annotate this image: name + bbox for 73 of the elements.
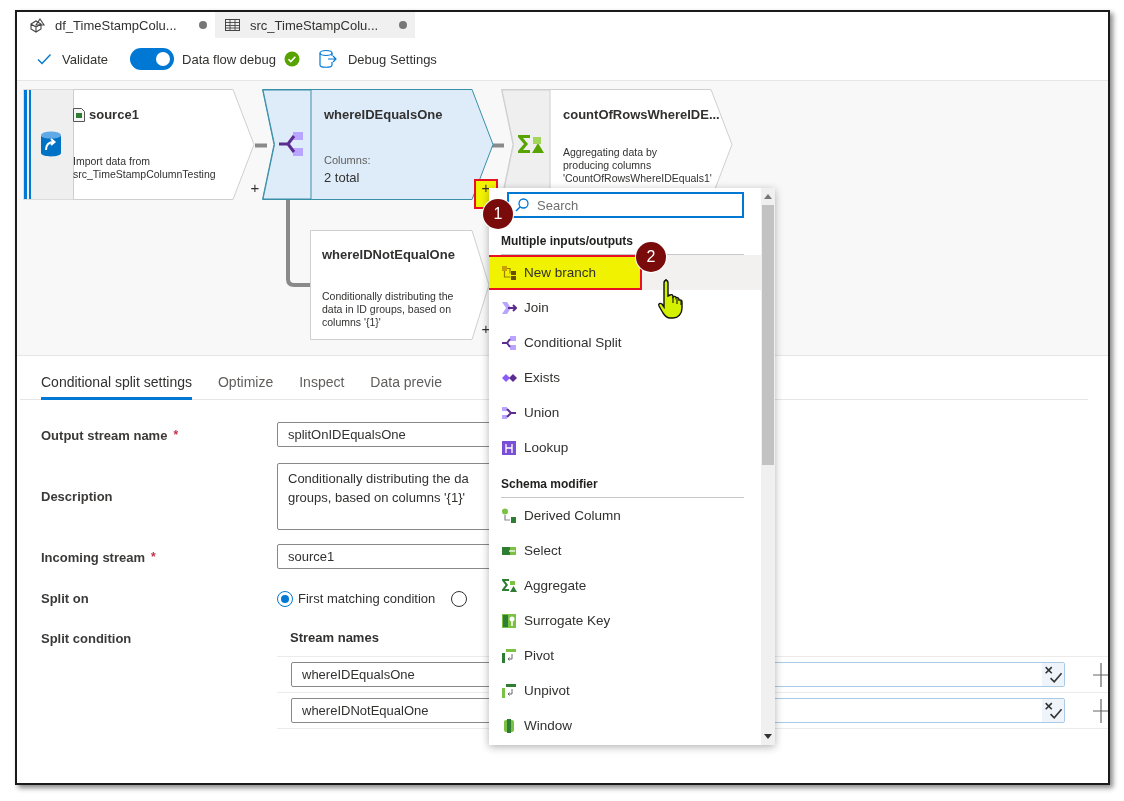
menu-item[interactable]: Union: [489, 395, 560, 430]
node-description: Aggregating data by producing columns 'CountOfRowsWhereIDEquals1': [563, 146, 712, 185]
node-title: source1: [89, 107, 139, 122]
menu-item[interactable]: Conditional Split: [489, 325, 622, 360]
check-icon: [36, 51, 52, 67]
database-icon: [317, 49, 338, 69]
menu-item[interactable]: New branch: [489, 255, 642, 290]
section-header: Multiple inputs/outputs: [500, 233, 634, 248]
add-icon: [1093, 662, 1108, 687]
node-title: whereIDEqualsOne: [324, 107, 443, 122]
toggle-switch[interactable]: [130, 48, 174, 70]
menu-item[interactable]: Select: [489, 533, 562, 568]
step-badge: 2: [636, 242, 666, 272]
toggle-label: Data flow debug: [182, 51, 276, 67]
expression-builder-icon: [1042, 663, 1064, 686]
search-icon: [515, 198, 529, 212]
node-description: Import data from src_TimeStampColumnTesting: [73, 155, 216, 181]
lookup-icon: [501, 439, 517, 456]
radio-label: First matching condition: [298, 591, 436, 606]
node-title: whereIDNotEqualOne: [322, 247, 455, 262]
required-mark: *: [173, 428, 179, 442]
pivot-icon: [501, 647, 517, 664]
search-field[interactable]: Search: [507, 192, 744, 218]
window-icon: [501, 717, 517, 734]
split-icon: [278, 131, 304, 157]
database-icon: [40, 131, 62, 157]
menu-item[interactable]: Aggregate: [489, 568, 587, 603]
add-icon: [1093, 698, 1108, 723]
field-label: Output stream name: [41, 428, 168, 443]
menu-item[interactable]: Lookup: [489, 430, 569, 465]
merge-icon: [501, 404, 517, 421]
columns-label: Columns:: [324, 154, 371, 166]
file-icon: [73, 107, 85, 122]
debug-settings-button[interactable]: Debug Settings: [317, 44, 437, 74]
dataflow-icon: [29, 17, 46, 33]
join-icon: [501, 299, 517, 316]
settings-tab[interactable]: Optimize: [218, 374, 274, 400]
menu-item[interactable]: Derived Column: [489, 498, 621, 533]
section-header: Schema modifier: [500, 476, 599, 491]
sigma-icon: [517, 134, 545, 154]
expression-builder-icon: [1042, 699, 1064, 722]
menu-item[interactable]: Join: [489, 290, 549, 325]
add-button[interactable]: +: [249, 179, 261, 197]
document-tab[interactable]: src_TimeStampColu...: [215, 12, 415, 38]
key-icon: [501, 612, 517, 629]
split-icon: [501, 334, 517, 351]
sigma-icon: [501, 577, 517, 594]
field-label: Incoming stream: [41, 550, 146, 565]
table-icon: [224, 17, 241, 33]
derived-column-icon: [501, 507, 517, 524]
field-label: Split on: [41, 591, 89, 606]
hand-cursor-icon: [656, 278, 686, 320]
scroll-down-icon: [764, 734, 772, 739]
settings-tab[interactable]: Inspect: [299, 374, 345, 400]
unpivot-icon: [501, 682, 517, 699]
settings-tab[interactable]: Conditional split settings: [41, 374, 192, 400]
field-label: Description: [41, 489, 113, 504]
menu-item[interactable]: Exists: [489, 360, 560, 395]
settings-tab[interactable]: Data previe: [370, 374, 442, 400]
connector-line: [490, 143, 504, 148]
connector-line: [255, 143, 267, 148]
radio-button[interactable]: [277, 590, 293, 607]
step-badge: 1: [483, 199, 513, 229]
scroll-up-icon: [764, 194, 772, 199]
required-mark: *: [151, 550, 156, 564]
column-count: 2 total: [324, 170, 360, 185]
validate-button[interactable]: Validate: [36, 44, 108, 74]
node-description: Conditionally distributing the data in ID groups, based on columns '{1}': [322, 290, 454, 329]
scrollbar[interactable]: [761, 188, 775, 745]
field-label: Split condition: [41, 631, 132, 646]
node-title: countOfRowsWhereIDE...: [563, 107, 720, 122]
branch-icon: [501, 264, 517, 281]
scroll-thumb[interactable]: [762, 205, 774, 465]
